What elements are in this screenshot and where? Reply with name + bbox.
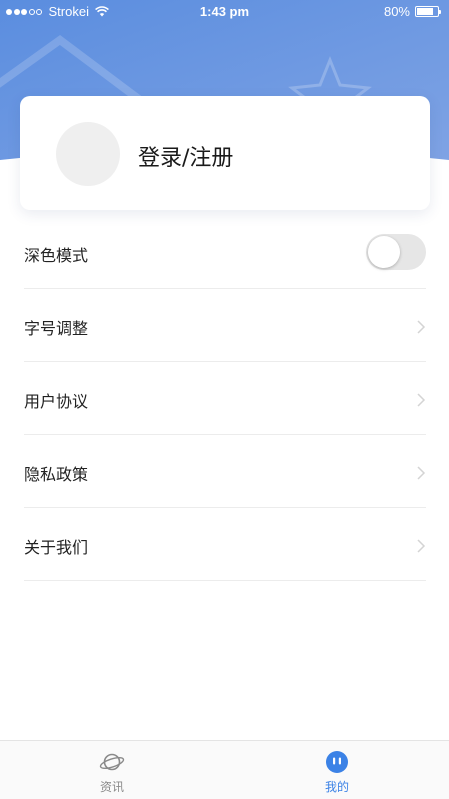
face-icon	[326, 751, 348, 773]
battery-icon	[415, 6, 441, 17]
settings-row-user-agreement[interactable]: 用户协议	[24, 362, 426, 435]
status-time: 1:43 pm	[199, 4, 250, 19]
tab-label: 资讯	[99, 780, 124, 794]
tab-label: 我的	[324, 780, 349, 794]
settings-row-privacy-policy[interactable]: 隐私政策	[24, 435, 426, 508]
login-register-link[interactable]: 登录/注册	[138, 140, 233, 172]
status-right: 80%	[383, 4, 441, 19]
battery-percentage: 80%	[383, 4, 410, 19]
chevron-right-icon	[417, 539, 426, 553]
planet-icon	[99, 753, 125, 771]
avatar[interactable]	[56, 122, 120, 186]
status-bar: Strokei 1:43 pm 80%	[0, 0, 449, 24]
settings-row-label: 隐私政策	[24, 465, 89, 484]
chevron-right-icon	[417, 466, 426, 480]
dark-mode-toggle[interactable]	[366, 234, 426, 270]
settings-row-label: 字号调整	[24, 319, 89, 338]
tab-news[interactable]: 资讯	[0, 741, 224, 799]
settings-row-font-size[interactable]: 字号调整	[24, 289, 426, 362]
profile-card[interactable]: 登录/注册	[20, 96, 430, 210]
toggle-knob	[368, 236, 400, 268]
chevron-right-icon	[417, 393, 426, 407]
dark-mode-label: 深色模式	[24, 246, 89, 265]
settings-row-about-us[interactable]: 关于我们	[24, 508, 426, 581]
tab-mine[interactable]: 我的	[225, 741, 449, 799]
chevron-right-icon	[417, 320, 426, 334]
tab-bar: 资讯 我的	[0, 740, 449, 799]
settings-list: 深色模式 字号调整 用户协议 隐私政策 关于我们	[24, 216, 426, 581]
settings-row-dark-mode: 深色模式	[24, 216, 426, 289]
settings-row-label: 用户协议	[24, 392, 89, 411]
battery-fill	[417, 8, 433, 15]
settings-row-label: 关于我们	[24, 538, 89, 557]
